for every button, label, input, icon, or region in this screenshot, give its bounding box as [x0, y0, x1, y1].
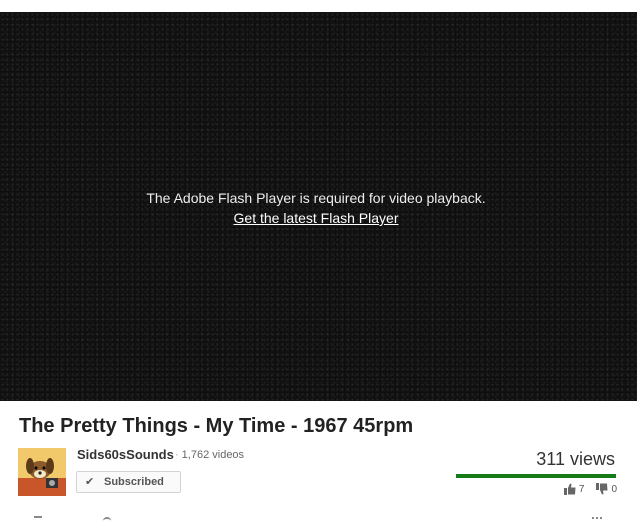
action-icon-partial[interactable]	[103, 517, 111, 524]
top-strip	[0, 0, 640, 12]
like-count: 7	[578, 483, 585, 495]
more-icon-partial[interactable]	[592, 517, 602, 524]
cartoon-dog-avatar-icon	[18, 448, 66, 496]
dislike-button[interactable]: 0	[596, 483, 617, 495]
like-button[interactable]: 7	[563, 483, 585, 495]
channel-avatar[interactable]	[18, 448, 66, 496]
channel-video-count: · 1,762 videos	[175, 449, 245, 461]
subscribed-button-label: Subscribed	[104, 476, 164, 488]
subscribed-button[interactable]: ✔ Subscribed	[76, 471, 181, 493]
like-ratio-bar	[456, 474, 616, 478]
video-title: The Pretty Things - My Time - 1967 45rpm	[19, 415, 414, 437]
likes-dislikes: 7 0	[563, 483, 617, 495]
channel-name-link[interactable]: Sids60sSounds	[77, 447, 174, 462]
video-info-panel: The Pretty Things - My Time - 1967 45rpm…	[0, 401, 637, 522]
like-ratio-fill	[456, 474, 616, 478]
thumbs-down-icon	[596, 483, 608, 495]
action-icon-partial[interactable]	[34, 516, 42, 524]
flash-required-text: The Adobe Flash Player is required for v…	[146, 190, 486, 206]
thumbs-up-icon	[563, 483, 576, 495]
get-flash-link[interactable]: Get the latest Flash Player	[234, 208, 399, 228]
view-count: 311 views	[536, 449, 615, 469]
check-icon: ✔	[85, 476, 95, 488]
video-player[interactable]: The Adobe Flash Player is required for v…	[0, 12, 637, 401]
flash-message: The Adobe Flash Player is required for v…	[0, 188, 632, 228]
video-count-text: 1,762 videos	[181, 449, 245, 461]
dislike-count: 0	[611, 483, 617, 495]
